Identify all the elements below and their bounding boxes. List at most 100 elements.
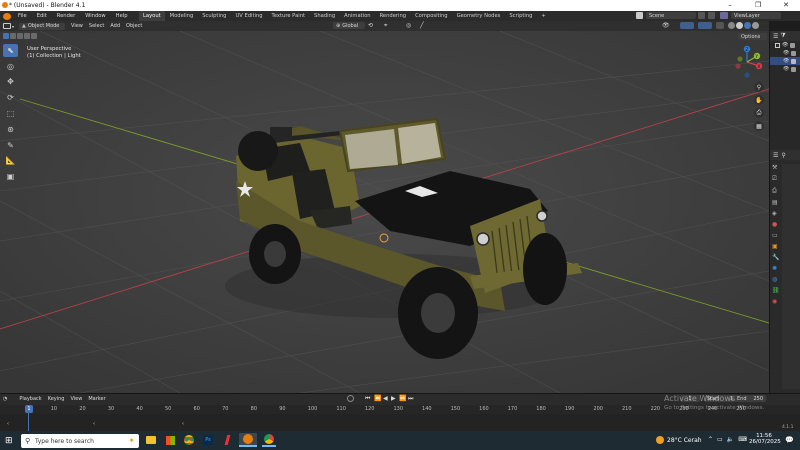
options-button[interactable]: Options <box>738 33 767 40</box>
object-properties-icon[interactable]: ▣ <box>772 243 780 250</box>
rotate-tool[interactable]: ⟳ <box>3 91 18 104</box>
select-menu[interactable]: Select <box>86 23 107 29</box>
cursor-tool[interactable]: ◎ <box>3 60 18 73</box>
tool-settings-icon[interactable]: ⚒ <box>772 164 780 171</box>
maximize-button[interactable]: ❐ <box>744 0 772 11</box>
select-extend-icon[interactable] <box>10 33 16 39</box>
speaker-icon[interactable]: 🔈 <box>727 436 734 443</box>
falloff-icon[interactable]: ╱ <box>420 22 424 29</box>
view-menu[interactable]: View <box>68 23 86 29</box>
tab-animation[interactable]: Animation <box>340 11 375 21</box>
constraints-properties-icon[interactable]: ⛓ <box>772 287 780 294</box>
menu-render[interactable]: Render <box>52 13 80 19</box>
tab-rendering[interactable]: Rendering <box>375 11 411 21</box>
add-cube-tool[interactable]: ▣ <box>3 170 18 183</box>
eye-icon[interactable]: 👁 <box>783 66 789 72</box>
measure-tool[interactable]: 📐 <box>3 154 18 167</box>
keyboard-icon[interactable]: ⌨ <box>738 436 747 443</box>
outliner-row-selected[interactable]: 👁 <box>770 57 800 65</box>
select-new-icon[interactable] <box>3 33 9 39</box>
prev-keyframe-icon[interactable]: ⏪ <box>374 395 381 402</box>
outliner-row[interactable]: 👁 <box>770 49 800 57</box>
3d-viewport[interactable] <box>0 31 769 393</box>
select-intersect-icon[interactable] <box>31 33 37 39</box>
camera-restrict-icon[interactable] <box>790 42 796 48</box>
end-frame-field[interactable]: End 250 <box>734 395 766 402</box>
annotate-tool[interactable]: ✎ <box>3 139 18 152</box>
tab-geometry-nodes[interactable]: Geometry Nodes <box>452 11 505 21</box>
collection-properties-icon[interactable]: ▭ <box>772 232 780 239</box>
jump-end-icon[interactable]: ⏭ <box>408 395 413 403</box>
eye-icon[interactable]: 👁 <box>783 58 789 64</box>
snap-icon[interactable]: ⌖ <box>384 22 387 30</box>
play-reverse-icon[interactable]: ◀ <box>383 395 388 402</box>
camera-view-button[interactable]: ⎙ <box>754 108 764 118</box>
menu-file[interactable]: File <box>13 13 32 19</box>
select-subtract-icon[interactable] <box>17 33 23 39</box>
overlay-toggle[interactable] <box>698 22 712 29</box>
playhead-handle[interactable]: ‹ <box>93 421 95 427</box>
camera-restrict-icon[interactable] <box>791 50 797 56</box>
playback-menu[interactable]: Playback <box>16 396 44 402</box>
tab-compositing[interactable]: Compositing <box>411 11 453 21</box>
notification-icon[interactable]: 💬 <box>785 436 794 444</box>
keyframe-area[interactable]: ‹ ‹ ‹ <box>0 414 800 431</box>
delete-scene-icon[interactable] <box>708 12 715 19</box>
photoshop-app-icon[interactable]: Ps <box>201 433 215 447</box>
tab-scripting[interactable]: Scripting <box>505 11 537 21</box>
menu-help[interactable]: Help <box>111 13 133 19</box>
next-keyframe-icon[interactable]: ⏩ <box>399 395 406 402</box>
proportional-editing-icon[interactable]: ◎ <box>406 22 411 29</box>
particles-properties-icon[interactable]: ✺ <box>772 265 780 272</box>
select-difference-icon[interactable] <box>24 33 30 39</box>
camera-restrict-icon[interactable] <box>791 66 797 72</box>
view-layer-selector[interactable]: ViewLayer <box>731 12 781 19</box>
tab-uv-editing[interactable]: UV Editing <box>231 11 267 21</box>
mode-selector[interactable]: ▲ Object Mode <box>19 22 66 30</box>
gizmo-toggle[interactable] <box>680 22 694 29</box>
scene-properties-icon[interactable]: ◈ <box>772 210 780 217</box>
new-scene-icon[interactable] <box>698 12 705 19</box>
preview-range-handle[interactable]: ‹ <box>182 421 184 427</box>
transform-tool[interactable]: ⊛ <box>3 123 18 136</box>
blender-app-icon[interactable] <box>239 433 257 447</box>
navigation-gizmo[interactable]: Z X Y <box>730 44 766 80</box>
filter-icon[interactable]: ⧩ <box>780 32 785 40</box>
add-menu[interactable]: Add <box>107 23 123 29</box>
scale-tool[interactable]: ⬚ <box>3 107 18 120</box>
chrome-window-app-icon[interactable] <box>262 433 276 447</box>
playhead-frame-indicator[interactable]: 1 <box>25 405 33 413</box>
scene-selector[interactable]: Scene <box>646 12 696 19</box>
menu-edit[interactable]: Edit <box>32 13 52 19</box>
app-icon-red[interactable] <box>220 433 234 447</box>
properties-panel[interactable]: ☰ ⚲ ⚒ ⎚ ⎙ ▤ ◈ ● ▭ ▣ 🔧 ✺ ◍ ⛓ ◉ <box>769 150 800 393</box>
menu-window[interactable]: Window <box>80 13 110 19</box>
close-button[interactable]: ✕ <box>772 0 800 11</box>
render-properties-icon[interactable]: ⎚ <box>772 175 780 183</box>
play-icon[interactable]: ▶ <box>391 395 396 402</box>
search-icon[interactable]: ⚲ <box>781 152 785 159</box>
taskbar-search-box[interactable]: ⚲ Type here to search ✦ <box>21 434 139 448</box>
timeline-view-menu[interactable]: View <box>67 396 85 402</box>
outliner-row[interactable]: 👁 <box>770 65 800 73</box>
select-box-tool[interactable]: ⬉ <box>3 44 18 57</box>
modifier-properties-icon[interactable]: 🔧 <box>772 254 780 261</box>
editor-type-button[interactable]: ▾ <box>0 23 17 29</box>
jump-start-icon[interactable]: ⏮ <box>365 395 370 403</box>
transform-orientation-selector[interactable]: ⊕ Global <box>333 22 365 29</box>
auto-keying-icon[interactable] <box>347 395 354 402</box>
chrome-app-icon[interactable] <box>182 433 196 447</box>
xray-toggle[interactable] <box>716 22 724 29</box>
pan-button[interactable]: ✋ <box>754 95 764 105</box>
object-menu[interactable]: Object <box>123 23 145 29</box>
file-explorer-app-icon[interactable] <box>144 433 158 447</box>
move-tool[interactable]: ✥ <box>3 76 18 89</box>
camera-restrict-icon[interactable] <box>791 58 797 64</box>
physics-properties-icon[interactable]: ◍ <box>772 276 780 283</box>
solid-shading-icon[interactable] <box>736 22 743 29</box>
weather-widget[interactable]: 28°C Cerah <box>656 436 702 444</box>
rendered-shading-icon[interactable] <box>752 22 759 29</box>
minimize-button[interactable]: – <box>716 0 744 11</box>
eye-icon[interactable]: 👁 <box>783 50 789 56</box>
timeline-editor-icon[interactable]: ◔ <box>0 396 10 402</box>
